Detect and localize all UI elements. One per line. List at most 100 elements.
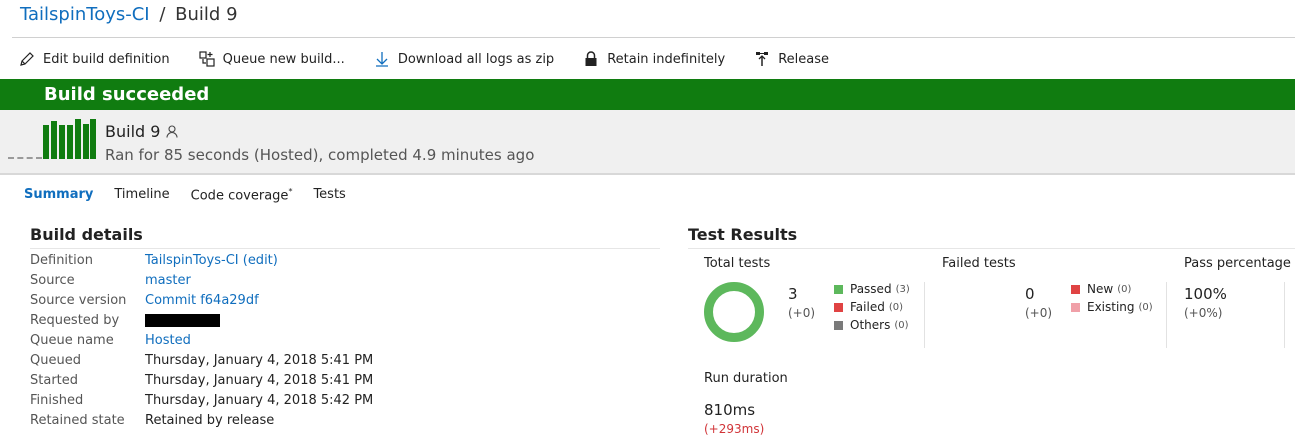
source-branch-link[interactable]: master [145, 273, 191, 288]
legend-label: Passed [850, 282, 892, 296]
history-bar [59, 125, 65, 159]
detail-value: Thursday, January 4, 2018 5:41 PM [145, 352, 374, 368]
passed-swatch [834, 284, 843, 294]
build-title: Build 9 [175, 4, 238, 25]
lock-icon [582, 50, 600, 68]
build-run-info: Ran for 85 seconds (Hosted), completed 4… [105, 146, 535, 164]
run-duration-delta: (+293ms) [704, 422, 765, 436]
column-divider [1166, 282, 1167, 348]
detail-value: Thursday, January 4, 2018 5:41 PM [145, 372, 374, 388]
legend-existing: Existing (0) [1071, 298, 1153, 316]
pencil-icon [18, 50, 36, 68]
tab-timeline[interactable]: Timeline [114, 187, 169, 203]
detail-row: Requested by [30, 310, 373, 330]
build-details-list: Definition TailspinToys-CI (edit) Source m… [30, 250, 373, 430]
legend-others: Others (0) [834, 316, 910, 334]
column-divider [924, 282, 925, 348]
detail-label: Finished [30, 392, 84, 408]
build-summary-header: Build 9 Ran for 85 seconds (Hosted), com… [0, 110, 1295, 175]
queue-new-build-button[interactable]: Queue new build... [198, 50, 345, 68]
commit-link[interactable]: Commit f64a29df [145, 293, 259, 308]
queue-name-link[interactable]: Hosted [145, 333, 191, 348]
detail-row: Queue name Hosted [30, 330, 373, 350]
definition-link[interactable]: TailspinToys-CI (edit) [145, 253, 278, 268]
detail-row: Finished Thursday, January 4, 2018 5:42 P… [30, 390, 373, 410]
edit-build-definition-label: Edit build definition [43, 51, 170, 67]
detail-label: Requested by [30, 312, 120, 328]
detail-label: Started [30, 372, 79, 388]
history-bar [90, 119, 96, 159]
legend-count: (3) [895, 283, 910, 295]
title-divider [12, 37, 1295, 38]
build-name: Build 9 [105, 122, 178, 141]
detail-row: Definition TailspinToys-CI (edit) [30, 250, 373, 270]
build-status-banner: Build succeeded [0, 79, 1295, 110]
failed-tests-legend: New (0) Existing (0) [1071, 280, 1153, 316]
total-tests-legend: Passed (3) Failed (0) Others (0) [834, 280, 910, 334]
detail-row: Retained state Retained by release [30, 410, 373, 430]
detail-row: Source version Commit f64a29df [30, 290, 373, 310]
history-bar [83, 124, 89, 159]
build-details-divider [30, 248, 660, 249]
detail-label: Retained state [30, 412, 125, 428]
total-tests-donut-chart [704, 282, 764, 342]
redacted-requester [145, 313, 220, 327]
build-details-title: Build details [30, 225, 143, 244]
legend-new: New (0) [1071, 280, 1153, 298]
retain-indefinitely-label: Retain indefinitely [607, 51, 726, 67]
failed-tests-delta: (+0) [1025, 306, 1053, 320]
pass-percentage-label: Pass percentage [1184, 256, 1291, 271]
queue-build-icon [198, 50, 216, 68]
tab-summary[interactable]: Summary [24, 187, 93, 203]
pipeline-link[interactable]: TailspinToys-CI [20, 4, 150, 25]
detail-value: Retained by release [145, 412, 275, 428]
release-label: Release [778, 51, 830, 67]
queue-new-build-label: Queue new build... [222, 51, 345, 67]
run-duration-label: Run duration [704, 371, 788, 386]
legend-label: New [1087, 282, 1114, 296]
legend-passed: Passed (3) [834, 280, 910, 298]
pass-percentage-delta: (+0%) [1184, 306, 1223, 320]
timeline-dash [8, 157, 42, 159]
test-results-divider [688, 248, 1295, 249]
new-swatch [1071, 284, 1080, 294]
test-results-title: Test Results [688, 225, 798, 244]
tab-code-coverage[interactable]: Code coverage* [191, 187, 293, 203]
retain-indefinitely-button[interactable]: Retain indefinitely [582, 50, 725, 68]
breadcrumb-separator: / [159, 4, 166, 25]
detail-label: Source version [30, 292, 127, 308]
detail-row: Started Thursday, January 4, 2018 5:41 PM [30, 370, 373, 390]
release-icon [753, 50, 771, 68]
failed-swatch [834, 302, 843, 312]
history-bar [43, 125, 49, 159]
total-tests-delta: (+0) [788, 306, 816, 320]
others-swatch [834, 320, 843, 330]
download-logs-button[interactable]: Download all logs as zip [373, 50, 554, 68]
detail-row: Source master [30, 270, 373, 290]
total-tests-label: Total tests [704, 256, 771, 271]
detail-label: Queue name [30, 332, 114, 348]
legend-count: (0) [1117, 283, 1132, 295]
edit-build-definition-button[interactable]: Edit build definition [18, 50, 170, 68]
tab-bar: Summary Timeline Code coverage* Tests [24, 187, 367, 203]
build-name-label: Build 9 [105, 122, 161, 141]
tab-code-coverage-marker: * [288, 187, 293, 196]
history-bar [51, 121, 57, 159]
legend-count: (0) [1138, 301, 1153, 313]
download-icon [373, 50, 391, 68]
legend-label: Others [850, 318, 891, 332]
person-icon [166, 125, 178, 138]
legend-label: Existing [1087, 300, 1135, 314]
legend-failed: Failed (0) [834, 298, 910, 316]
detail-label: Definition [30, 252, 93, 268]
legend-count: (0) [888, 301, 903, 313]
build-history-chart[interactable] [43, 119, 96, 159]
column-divider [1284, 282, 1285, 348]
tab-tests[interactable]: Tests [313, 187, 345, 203]
release-button[interactable]: Release [753, 50, 829, 68]
download-logs-label: Download all logs as zip [397, 51, 555, 67]
total-tests-count: 3 [788, 285, 798, 303]
detail-label: Source [30, 272, 75, 288]
detail-row: Queued Thursday, January 4, 2018 5:41 PM [30, 350, 373, 370]
history-bar [75, 119, 81, 159]
